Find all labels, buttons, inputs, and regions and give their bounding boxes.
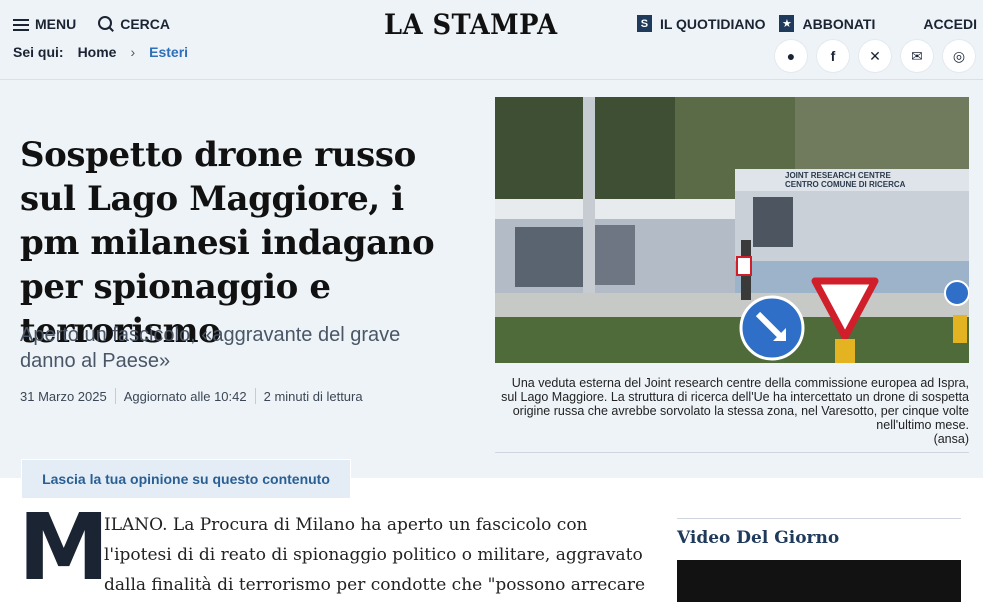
comment-icon[interactable]: ● [775, 40, 807, 72]
breadcrumb: Sei qui: Home › Esteri [13, 44, 188, 60]
search-label: CERCA [120, 16, 171, 32]
accedi-button[interactable]: ACCEDI [923, 16, 977, 32]
article-body: ILANO. La Procura di Milano ha aperto un… [104, 515, 646, 595]
video-player[interactable] [677, 560, 961, 602]
newspaper-icon: S [636, 15, 652, 32]
hamburger-icon [13, 18, 29, 31]
star-icon: ★ [779, 15, 795, 32]
caption-divider [495, 452, 969, 453]
search-button[interactable]: CERCA [98, 16, 170, 32]
photo-sign-line1: JOINT RESEARCH CENTRE [785, 171, 891, 180]
breadcrumb-home[interactable]: Home [78, 44, 117, 60]
video-section-title[interactable]: Video Del Giorno [677, 528, 839, 548]
opinion-button[interactable]: Lascia la tua opinione su questo contenu… [21, 459, 351, 499]
photo-caption: Una veduta esterna del Joint research ce… [495, 376, 969, 446]
chevron-right-icon: › [130, 44, 136, 60]
photo-sign: JOINT RESEARCH CENTRE CENTRO COMUNE DI R… [785, 171, 905, 189]
caption-text: Una veduta esterna del Joint research ce… [501, 376, 969, 432]
sidebar-divider [677, 518, 961, 519]
menu-button[interactable]: MENU [13, 16, 76, 32]
accedi-label: ACCEDI [923, 15, 977, 32]
header-left: MENU CERCA [13, 16, 170, 32]
menu-label: MENU [35, 16, 77, 32]
caption-credit: (ansa) [933, 432, 969, 446]
article-meta: 31 Marzo 2025 Aggiornato alle 10:42 2 mi… [20, 388, 371, 404]
x-icon[interactable]: ✕ [859, 40, 891, 72]
email-icon[interactable]: ✉ [901, 40, 933, 72]
quotidiano-label: IL QUOTIDIANO [659, 15, 766, 32]
header-right: S IL QUOTIDIANO ★ ABBONATI ACCEDI [636, 15, 977, 32]
article-headline: Sospetto drone russo sul Lago Maggiore, … [20, 135, 435, 351]
quotidiano-link[interactable]: S IL QUOTIDIANO [636, 15, 766, 32]
abbonati-label: ABBONATI [802, 15, 876, 32]
abbonati-link[interactable]: ★ ABBONATI [779, 15, 875, 32]
article-subheadline: Aperto un fascicolo, «aggravante del gra… [20, 324, 401, 372]
breadcrumb-bar: Sei qui: Home › Esteri ● f ✕ ✉ ◎ [0, 40, 983, 80]
photo-sign-line2: CENTRO COMUNE DI RICERCA [785, 180, 906, 189]
site-logo[interactable]: LA STAMPA [384, 8, 558, 41]
article-updated: Aggiornato alle 10:42 [123, 388, 247, 404]
drop-cap: M [18, 494, 110, 601]
article-photo[interactable]: JOINT RESEARCH CENTRE CENTRO COMUNE DI R… [495, 97, 969, 363]
facebook-icon[interactable]: f [817, 40, 849, 72]
whatsapp-icon[interactable]: ◎ [943, 40, 975, 72]
photo-illustration [495, 97, 969, 363]
breadcrumb-section[interactable]: Esteri [149, 44, 188, 60]
search-icon [98, 16, 114, 32]
breadcrumb-prefix: Sei qui: [13, 44, 64, 60]
article-date: 31 Marzo 2025 [20, 388, 107, 404]
article-reading-time: 2 minuti di lettura [263, 388, 363, 404]
article-hero: Sospetto drone russo sul Lago Maggiore, … [0, 80, 983, 478]
share-bar: ● f ✕ ✉ ◎ [775, 40, 975, 72]
